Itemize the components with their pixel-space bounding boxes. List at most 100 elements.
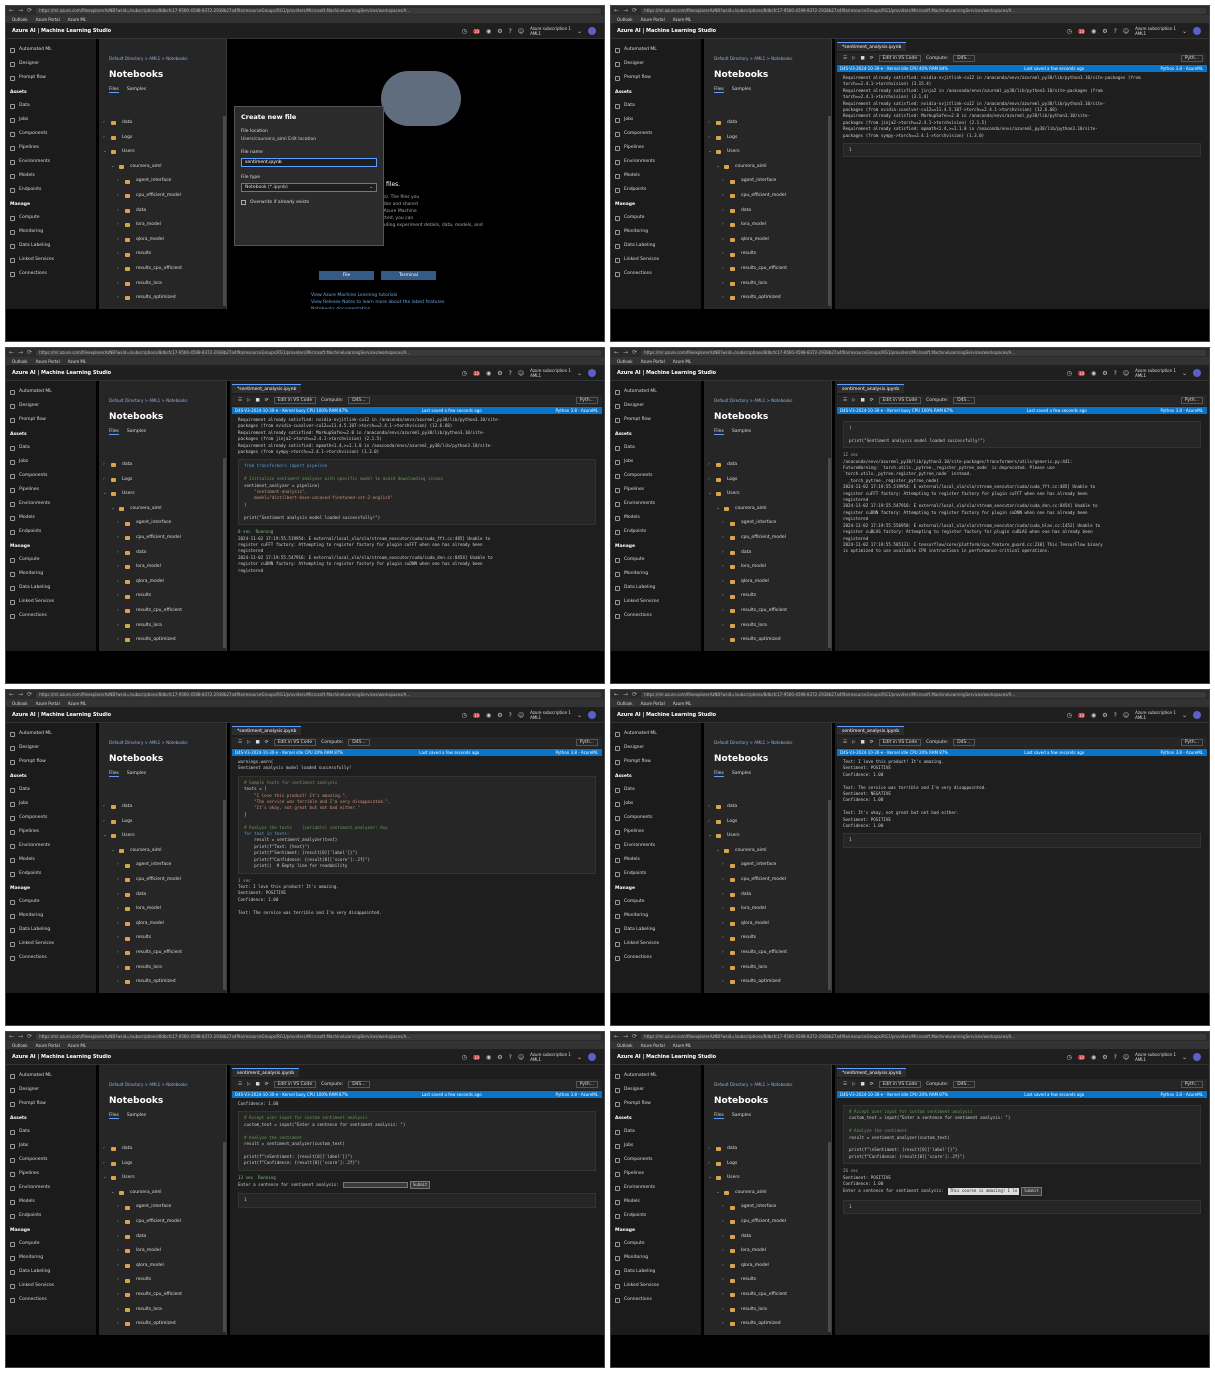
tab-files[interactable]: Files	[109, 429, 119, 435]
nav-item[interactable]: Data Labeling	[615, 923, 697, 937]
chevron-right-icon[interactable]: ›	[117, 1230, 125, 1245]
file-tree-item[interactable]: › results	[708, 1273, 830, 1288]
chevron-right-icon[interactable]: ›	[117, 888, 125, 903]
chevron-right-icon[interactable]: ›	[117, 277, 125, 292]
chevron-right-icon[interactable]: ›	[117, 531, 125, 546]
help-icon[interactable]: ?	[509, 712, 512, 719]
feedback-icon[interactable]: ☺	[1123, 1054, 1129, 1061]
file-tree-item[interactable]: › data	[103, 888, 225, 903]
chevron-right-icon[interactable]: ›	[103, 473, 111, 488]
nav-item[interactable]: Data Labeling	[615, 581, 697, 595]
chevron-right-icon[interactable]: ›	[722, 291, 730, 306]
chevron-right-icon[interactable]: ›	[722, 1244, 730, 1259]
chevron-right-icon[interactable]: ›	[722, 1317, 730, 1332]
chevron-down-icon[interactable]: ⌄	[1182, 28, 1187, 35]
scrollbar[interactable]	[828, 800, 831, 990]
refresh-icon[interactable]: ⟳	[632, 1033, 637, 1040]
sync-icon[interactable]: ◉	[1091, 370, 1096, 377]
feedback-icon[interactable]: ☺	[518, 28, 524, 35]
breadcrumb-notebooks[interactable]: Notebooks	[771, 398, 792, 403]
terminal-button[interactable]: Terminal	[381, 271, 436, 280]
kernel-name[interactable]: Python 3.8 - AzureML	[1160, 407, 1203, 414]
run-all-icon[interactable]: ▷	[247, 1082, 250, 1087]
sync-icon[interactable]: ◉	[1091, 712, 1096, 719]
file-tree-item[interactable]: › qlora_model	[103, 1259, 225, 1274]
restart-icon[interactable]: ⟳	[870, 398, 874, 403]
file-tree-item[interactable]: › results_lora	[103, 961, 225, 976]
file-tree-item[interactable]: › results_optimized	[103, 1317, 225, 1332]
edit-vscode-button[interactable]: Edit in VS Code	[273, 739, 317, 746]
nav-item[interactable]: Jobs	[615, 455, 697, 469]
nav-item[interactable]: Endpoints	[10, 183, 92, 197]
file-tree-item[interactable]: › lora_model	[103, 902, 225, 917]
refresh-icon[interactable]: ⟳	[632, 7, 637, 14]
chevron-right-icon[interactable]: ›	[722, 516, 730, 531]
chevron-right-icon[interactable]: ⌄	[708, 145, 716, 160]
scrollbar[interactable]	[828, 1142, 831, 1332]
tab-samples[interactable]: Samples	[127, 1113, 146, 1119]
file-tree-item[interactable]: › results_cpu_efficient	[708, 1288, 830, 1303]
nav-item[interactable]: Environments	[615, 497, 697, 511]
chevron-right-icon[interactable]: ›	[117, 204, 125, 219]
chevron-right-icon[interactable]: ›	[722, 975, 730, 990]
kernel-select[interactable]: Pyth...	[1180, 55, 1203, 62]
tab-samples[interactable]: Samples	[732, 1113, 751, 1119]
breadcrumb-notebooks[interactable]: Notebooks	[771, 740, 792, 745]
notification-badge[interactable]: 10	[472, 370, 480, 376]
help-icon[interactable]: ?	[509, 370, 512, 377]
file-tree-item[interactable]: ⌄ coursera_aiml	[103, 160, 225, 175]
chevron-down-icon[interactable]: ⌄	[577, 28, 582, 35]
chevron-right-icon[interactable]: ⌄	[111, 502, 119, 517]
nav-item[interactable]: Components	[615, 469, 697, 483]
nav-item[interactable]: Pipelines	[10, 483, 92, 497]
nav-item[interactable]: Jobs	[10, 455, 92, 469]
nav-item[interactable]: Pipelines	[10, 825, 92, 839]
nav-item[interactable]: Connections	[10, 267, 92, 281]
feedback-icon[interactable]: ☺	[518, 712, 524, 719]
nav-item[interactable]: Compute	[615, 553, 697, 567]
bookmark-azure-ml[interactable]: Azure ML	[68, 701, 86, 706]
breadcrumb-notebooks[interactable]: Notebooks	[771, 56, 792, 61]
nav-item[interactable]: Data	[615, 99, 697, 113]
code-cell[interactable]: # Accept user input for custom sentiment…	[238, 1111, 596, 1171]
file-tree-item[interactable]: › results_cpu_efficient	[103, 1288, 225, 1303]
history-icon[interactable]: ◷	[1067, 28, 1072, 35]
sync-icon[interactable]: ◉	[486, 370, 491, 377]
file-tree-item[interactable]: › results_cpu_efficient	[708, 946, 830, 961]
chevron-right-icon[interactable]: ›	[708, 800, 716, 815]
code-cell[interactable]: 1	[843, 1199, 1201, 1215]
file-tree-item[interactable]: › results_lora	[708, 961, 830, 976]
nav-item[interactable]: Models	[10, 1195, 92, 1209]
file-tree-item[interactable]: › results	[708, 247, 830, 262]
file-tree-item[interactable]: › Logs	[708, 131, 830, 146]
kernel-select[interactable]: Pyth...	[575, 739, 598, 746]
chevron-right-icon[interactable]: ›	[103, 1157, 111, 1172]
kernel-select[interactable]: Pyth...	[1180, 397, 1203, 404]
refresh-icon[interactable]: ⟳	[632, 349, 637, 356]
nav-item[interactable]: Compute	[10, 895, 92, 909]
stop-icon[interactable]: ■	[861, 56, 865, 61]
submit-button[interactable]: Submit	[409, 1181, 431, 1190]
notebook-tab[interactable]: *sentiment_analysis.ipynb	[232, 384, 302, 393]
bookmark-azure-portal[interactable]: Azure Portal	[36, 17, 60, 22]
nav-item[interactable]: Endpoints	[615, 867, 697, 881]
studio-brand[interactable]: Azure AI | Machine Learning Studio	[617, 370, 716, 376]
nav-item[interactable]: Connections	[10, 609, 92, 623]
chevron-right-icon[interactable]: ⌄	[111, 1186, 119, 1201]
feedback-icon[interactable]: ☺	[1123, 712, 1129, 719]
help-icon[interactable]: ?	[509, 28, 512, 35]
file-tree-item[interactable]: › Logs	[708, 1157, 830, 1172]
bookmark-azure-portal[interactable]: Azure Portal	[36, 701, 60, 706]
chevron-down-icon[interactable]: ⌄	[1182, 1054, 1187, 1061]
back-icon[interactable]: ←	[614, 691, 619, 698]
studio-brand[interactable]: Azure AI | Machine Learning Studio	[617, 1054, 716, 1060]
file-tree-item[interactable]: › cpu_efficient_model	[708, 189, 830, 204]
back-icon[interactable]: ←	[9, 1033, 14, 1040]
nav-item[interactable]: Components	[10, 1153, 92, 1167]
chevron-right-icon[interactable]: ›	[117, 589, 125, 604]
nav-item[interactable]: Components	[615, 1153, 697, 1167]
chevron-right-icon[interactable]: ›	[117, 262, 125, 277]
chevron-right-icon[interactable]: ›	[117, 1303, 125, 1318]
run-all-icon[interactable]: ▷	[852, 1082, 855, 1087]
user-input-field[interactable]: This course is amazing! I lo	[947, 1188, 1020, 1195]
